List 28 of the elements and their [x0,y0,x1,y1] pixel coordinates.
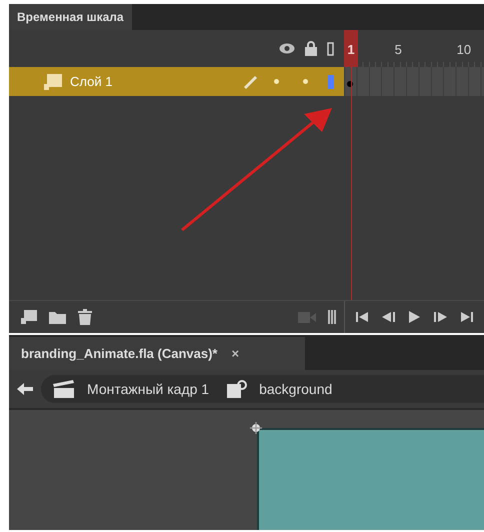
frame-number: 5 [394,41,402,59]
timeline-tab[interactable]: Временная шкала [9,4,132,30]
breadcrumb-item[interactable]: Монтажный кадр 1 [87,378,210,400]
step-back-icon[interactable] [382,312,395,322]
pencil-icon [242,74,258,88]
playhead[interactable]: 1 [344,30,358,67]
new-layer-icon[interactable] [21,310,37,324]
document-title: branding_Animate.fla (Canvas)* [21,344,218,363]
lock-icon[interactable] [305,41,317,56]
folder-icon[interactable] [49,310,66,324]
step-forward-icon[interactable] [434,312,447,322]
breadcrumb-item[interactable]: background [259,378,332,400]
frame-number: 10 [456,41,472,59]
outline-icon[interactable] [327,42,334,56]
first-frame-icon[interactable] [356,312,368,322]
movie-clip-icon [227,380,248,398]
document-tab[interactable]: branding_Animate.fla (Canvas)* × [9,337,305,370]
eye-icon[interactable] [279,43,295,54]
outline-swatch[interactable] [328,74,334,88]
frame-bars-icon[interactable] [328,310,336,324]
last-frame-icon[interactable] [461,312,473,322]
trash-icon[interactable] [78,309,92,325]
clapperboard-icon [53,380,75,398]
layer-icon [44,74,62,90]
back-arrow-icon[interactable] [17,383,33,395]
play-icon[interactable] [409,311,420,323]
close-tab-button[interactable]: × [232,344,240,364]
registration-point-icon [250,422,262,434]
